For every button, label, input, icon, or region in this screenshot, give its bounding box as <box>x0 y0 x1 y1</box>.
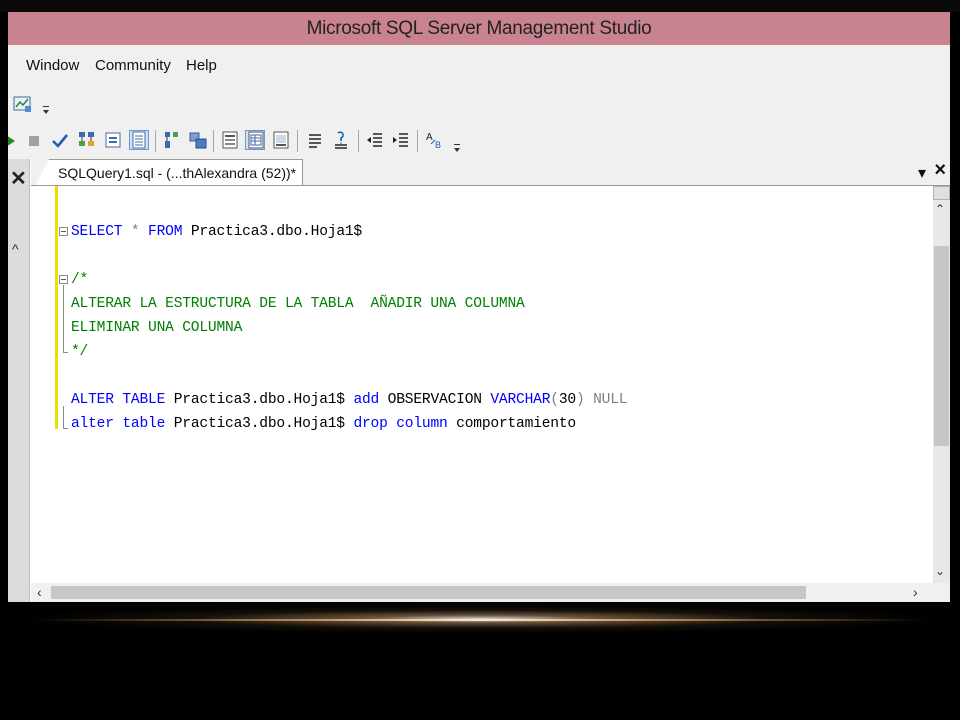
separator <box>213 130 214 152</box>
chevron-down-icon[interactable]: ▾ <box>918 163 926 183</box>
code-token: 30 <box>558 392 576 408</box>
vertical-scrollbar[interactable]: ⌃ ⌄ <box>933 186 950 586</box>
separator <box>358 130 359 152</box>
code-token: ELIMINAR UNA COLUMNA <box>71 320 243 336</box>
code-editor[interactable]: SELECT * FROM Practica3.dbo.Hoja1$ /* ALTE… <box>31 185 950 602</box>
code-token: Practica3.dbo.Hoja1$ <box>165 416 354 432</box>
toolbar-sql-editor: AB <box>8 121 950 159</box>
code-token: comportamiento <box>447 416 576 432</box>
uncomment-icon[interactable] <box>331 130 351 150</box>
fold-toggle-icon[interactable] <box>59 227 68 236</box>
code-token: TABLE <box>122 392 166 408</box>
title-bar: Microsoft SQL Server Management Studio <box>8 12 950 45</box>
decrease-indent-icon[interactable] <box>365 130 385 150</box>
code-token: ( <box>550 392 559 408</box>
specify-values-icon[interactable]: AB <box>425 130 445 150</box>
code-token: */ <box>71 344 89 360</box>
separator <box>297 130 298 152</box>
menu-window[interactable]: Window <box>26 57 79 74</box>
comment-icon[interactable] <box>305 130 325 150</box>
window-title: Microsoft SQL Server Management Studio <box>306 18 652 39</box>
query-options-icon[interactable] <box>163 130 183 150</box>
display-plan-icon[interactable] <box>77 130 97 150</box>
close-icon[interactable]: ✕ <box>10 169 27 189</box>
code-token: ALTER <box>71 392 114 408</box>
code-line[interactable]: ALTER TABLE Practica3.dbo.Hoja1$ add OBS… <box>71 392 628 408</box>
code-token: drop <box>353 416 388 432</box>
parse-check-icon[interactable] <box>50 131 70 151</box>
fold-guide <box>63 406 64 428</box>
document-area: SQLQuery1.sql - (...thAlexandra (52))* ▾… <box>31 159 950 602</box>
splitter-handle[interactable] <box>933 186 950 200</box>
ssms-window: Microsoft SQL Server Management Studio W… <box>8 12 950 602</box>
execute-arrow-icon[interactable] <box>8 131 22 151</box>
toolbar-top <box>8 87 950 121</box>
vertical-scroll-thumb[interactable] <box>934 246 949 446</box>
chart-icon[interactable] <box>13 94 33 114</box>
code-line[interactable]: SELECT * FROM Practica3.dbo.Hoja1$ <box>71 224 362 240</box>
object-explorer-panel-edge: ✕ ^ <box>8 159 30 602</box>
top-frame <box>0 0 960 12</box>
results-to-text-icon[interactable] <box>103 130 123 150</box>
svg-text:B: B <box>435 140 441 150</box>
code-token: SELECT <box>71 224 123 240</box>
code-token: * <box>122 224 149 240</box>
separator <box>417 130 418 152</box>
toolbar-overflow-icon[interactable] <box>42 103 50 117</box>
scroll-down-icon[interactable]: ⌄ <box>935 564 945 578</box>
code-token: ) <box>575 392 585 408</box>
menu-help[interactable]: Help <box>186 57 217 74</box>
code-token: ALTERAR LA ESTRUCTURA DE LA TABLA AÑADIR… <box>71 296 525 312</box>
stop-icon <box>24 131 44 151</box>
code-token: VARCHAR <box>490 392 551 408</box>
horizontal-scrollbar[interactable]: ‹ › <box>31 583 950 602</box>
results-to-grid-icon[interactable] <box>129 130 149 150</box>
fold-toggle-icon[interactable] <box>59 275 68 284</box>
tab-sqlquery1[interactable]: SQLQuery1.sql - (...thAlexandra (52))* <box>35 159 304 186</box>
code-token: FROM <box>148 224 183 240</box>
scroll-right-icon[interactable]: › <box>913 584 918 600</box>
code-token: table <box>122 416 166 432</box>
scroll-left-icon[interactable]: ‹ <box>37 584 42 600</box>
code-token: /* <box>71 272 89 288</box>
code-token: Practica3.dbo.Hoja1$ <box>165 392 354 408</box>
code-line[interactable]: ELIMINAR UNA COLUMNA <box>71 320 242 336</box>
code-token: alter <box>71 416 114 432</box>
close-tab-icon[interactable]: × <box>934 159 946 182</box>
menu-community[interactable]: Community <box>95 57 171 74</box>
code-token: OBSERVACION <box>379 392 491 408</box>
include-client-stats-icon[interactable] <box>188 130 208 150</box>
code-token: Practica3.dbo.Hoja1$ <box>182 224 362 240</box>
code-token: column <box>396 416 448 432</box>
separator <box>155 130 156 152</box>
code-line[interactable]: /* <box>71 272 88 288</box>
slide-glow-line <box>40 619 920 621</box>
toolbar-overflow-icon[interactable] <box>453 141 461 155</box>
scroll-up-icon[interactable]: ⌃ <box>935 202 945 216</box>
svg-text:A: A <box>426 132 433 143</box>
code-line[interactable]: ALTERAR LA ESTRUCTURA DE LA TABLA AÑADIR… <box>71 296 525 312</box>
code-token: add <box>353 392 380 408</box>
save-results-icon[interactable] <box>245 130 265 150</box>
fold-guide <box>63 285 64 352</box>
increase-indent-icon[interactable] <box>391 130 411 150</box>
menu-bar: Window Community Help <box>8 45 950 87</box>
code-line[interactable]: */ <box>71 344 88 360</box>
fold-guide-end <box>63 428 68 429</box>
code-token: NULL <box>584 392 628 408</box>
results-to-file-icon[interactable] <box>220 130 240 150</box>
scroll-up-icon[interactable]: ^ <box>12 241 19 257</box>
code-line[interactable]: alter table Practica3.dbo.Hoja1$ drop co… <box>71 416 576 432</box>
tab-label: SQLQuery1.sql - (...thAlexandra (52))* <box>58 165 297 181</box>
fold-guide-end <box>63 352 68 353</box>
specify-template-icon[interactable] <box>271 130 291 150</box>
change-tracking-bar <box>55 186 58 429</box>
horizontal-scroll-thumb[interactable] <box>51 586 806 599</box>
